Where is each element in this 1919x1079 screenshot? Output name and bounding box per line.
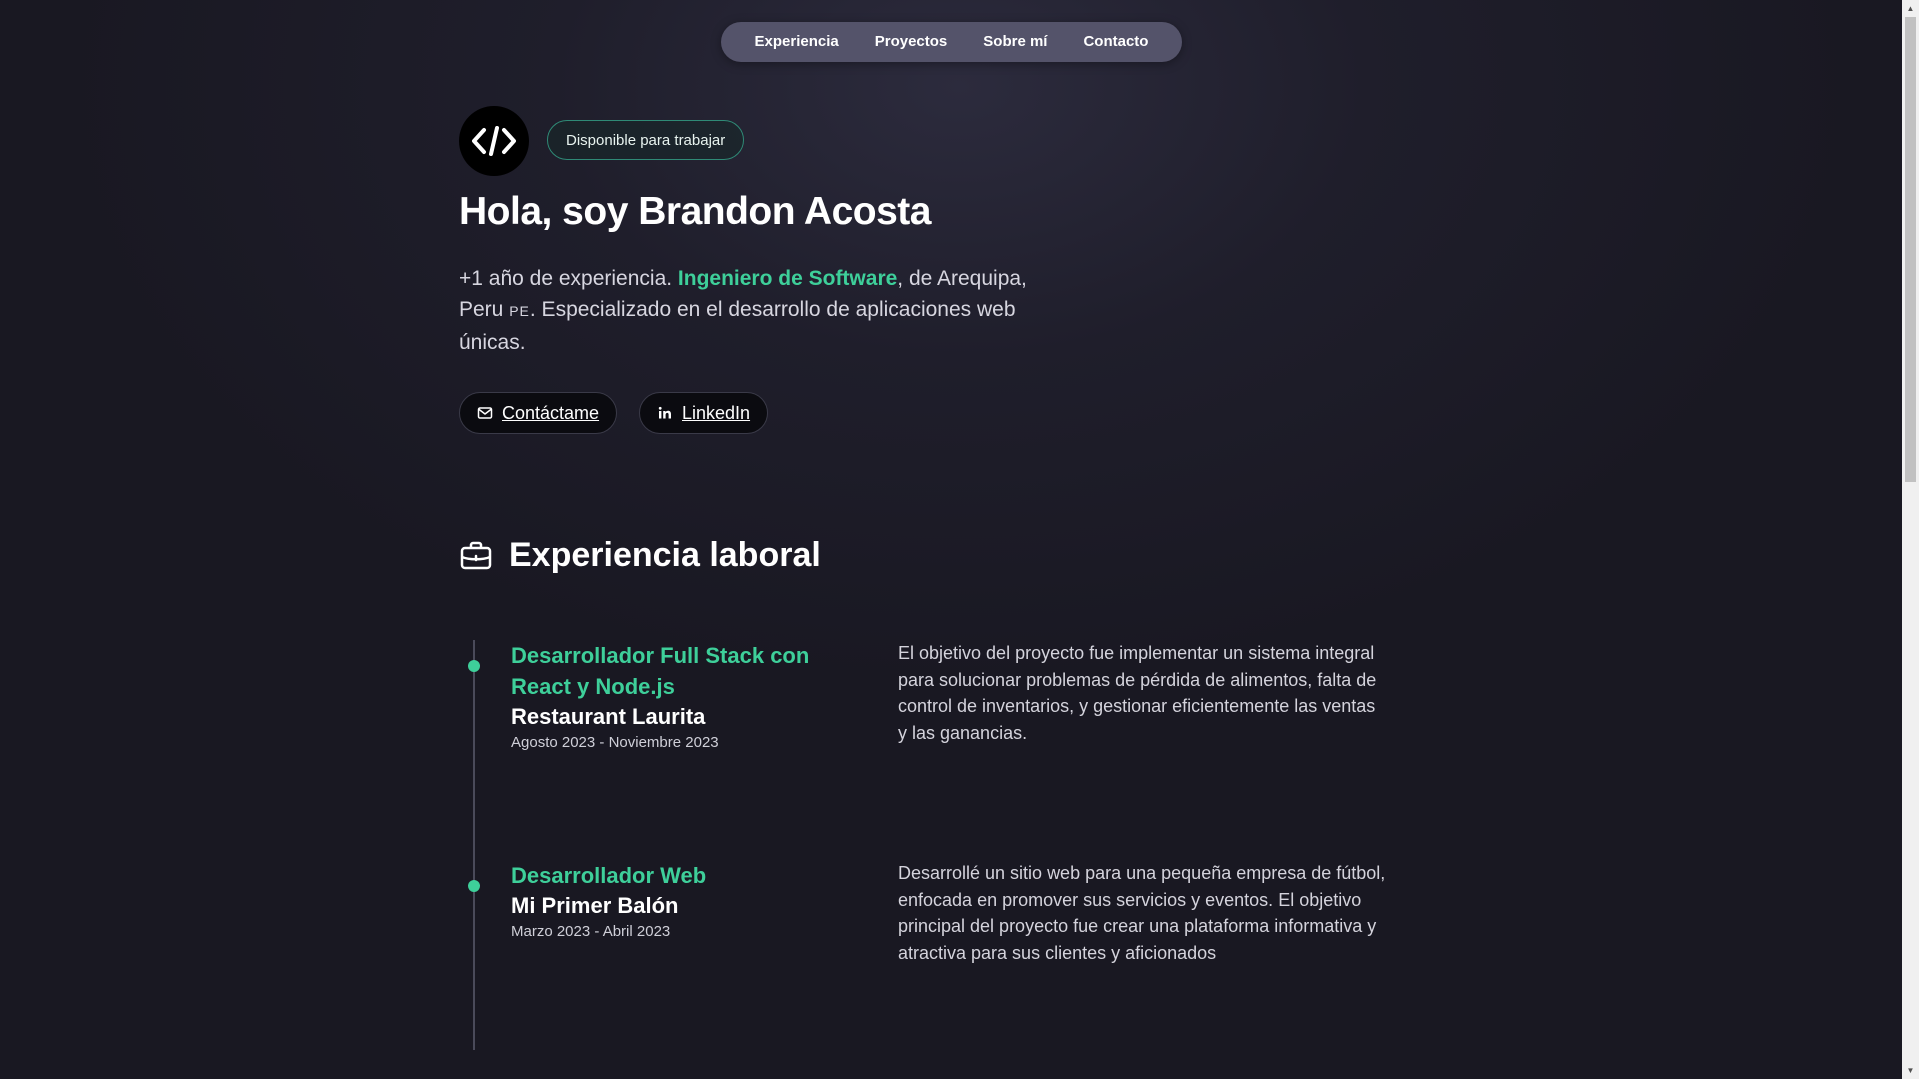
nav-link-sobre-mi[interactable]: Sobre mí: [965, 22, 1065, 62]
job-entry-header: Desarrollador Full Stack con React y Nod…: [511, 640, 841, 754]
hero-description-text: +1 año de experiencia.: [459, 267, 678, 290]
job-role: Desarrollador Web: [511, 863, 707, 888]
briefcase-icon: [460, 541, 492, 569]
hero-description: +1 año de experiencia. Ingeniero de Soft…: [459, 263, 1069, 358]
scrollbar-thumb[interactable]: [1905, 17, 1916, 482]
scroll-up-arrow-icon[interactable]: ▲: [1902, 0, 1919, 17]
job-description: Desarrollé un sitio web para una pequeña…: [898, 863, 1386, 963]
nav-link-contacto[interactable]: Contacto: [1065, 22, 1166, 62]
code-brackets-icon: [472, 126, 516, 156]
avatar: [459, 106, 529, 176]
timeline-dot: [468, 880, 480, 892]
contact-button-label: Contáctame: [502, 402, 600, 423]
nav-link-experiencia[interactable]: Experiencia: [737, 22, 857, 62]
linkedin-button[interactable]: LinkedIn: [639, 392, 769, 434]
linkedin-button-label: LinkedIn: [682, 402, 751, 423]
country-flag: PE: [509, 303, 530, 319]
job-description: El objetivo del proyecto fue implementar…: [898, 643, 1377, 743]
top-navigation: Experiencia Proyectos Sobre mí Contacto: [721, 22, 1182, 62]
contact-button[interactable]: Contáctame: [459, 392, 618, 434]
hero-role-highlight: Ingeniero de Software: [677, 267, 898, 290]
page-scrollbar[interactable]: ▲ ▼: [1902, 0, 1919, 1079]
timeline-line: [473, 640, 475, 1050]
timeline-dot: [468, 660, 480, 672]
nav-link-proyectos[interactable]: Proyectos: [857, 22, 966, 62]
experience-section-header: Experiencia laboral: [459, 536, 821, 575]
mail-icon: [477, 407, 493, 419]
job-company: Restaurant Laurita: [511, 704, 706, 729]
portfolio-page: Experiencia Proyectos Sobre mí Contacto …: [0, 0, 1900, 1079]
job-date: Marzo 2023 - Abril 2023: [511, 923, 671, 940]
job-role: Desarrollador Full Stack con React y Nod…: [511, 643, 810, 699]
job-company: Mi Primer Balón: [511, 893, 679, 918]
hero-title: Hola, soy Brandon Acosta: [459, 190, 931, 233]
linkedin-icon: [658, 406, 671, 419]
experience-section-title: Experiencia laboral: [509, 536, 821, 574]
job-entry-header: Desarrollador Web Mi Primer Balón Marzo …: [511, 860, 841, 943]
job-date: Agosto 2023 - Noviembre 2023: [511, 734, 719, 751]
availability-badge: Disponible para trabajar: [547, 120, 745, 160]
hero-description-text: . Especializado en el desarrollo de apli…: [459, 298, 1016, 354]
scroll-down-arrow-icon[interactable]: ▼: [1902, 1062, 1919, 1079]
